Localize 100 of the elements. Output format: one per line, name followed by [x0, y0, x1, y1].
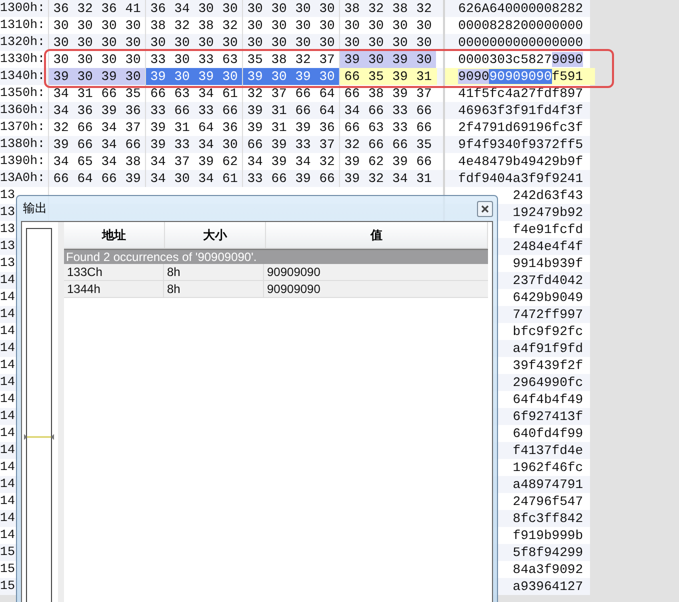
hex-byte[interactable]: 30 — [315, 17, 339, 34]
hex-byte[interactable]: 39 — [267, 136, 291, 153]
column-header[interactable]: 地址 — [64, 222, 165, 248]
hex-byte[interactable]: 62 — [218, 153, 242, 170]
hex-byte[interactable]: 39 — [388, 68, 412, 85]
hex-byte[interactable]: 30 — [49, 17, 73, 34]
ascii-text[interactable]: fdf9404a3f9f9241 — [443, 170, 595, 187]
hex-byte[interactable]: 30 — [364, 17, 388, 34]
hex-byte[interactable]: 32 — [218, 17, 242, 34]
ascii-text[interactable]: 192479b92 — [512, 205, 583, 220]
hex-byte[interactable]: 66 — [49, 170, 73, 187]
hex-byte[interactable]: 32 — [49, 119, 73, 136]
hex-byte[interactable]: 65 — [73, 153, 97, 170]
hex-byte[interactable]: 66 — [97, 85, 121, 102]
ascii-text[interactable]: 5f8f94299 — [512, 545, 583, 560]
hex-byte[interactable]: 30 — [315, 68, 339, 85]
hex-byte[interactable]: 32 — [315, 153, 339, 170]
hex-byte[interactable]: 36 — [121, 102, 145, 119]
ascii-text[interactable]: f4e91fcfd — [512, 222, 583, 237]
hex-byte[interactable]: 66 — [388, 136, 412, 153]
hex-byte[interactable]: 33 — [291, 136, 315, 153]
hex-byte[interactable]: 39 — [339, 170, 364, 187]
hex-byte[interactable]: 63 — [364, 119, 388, 136]
hex-byte[interactable]: 32 — [170, 17, 194, 34]
hex-byte[interactable]: 31 — [73, 85, 97, 102]
hex-byte[interactable]: 30 — [73, 34, 97, 51]
hex-byte[interactable]: 66 — [121, 136, 145, 153]
hex-byte[interactable]: 30 — [194, 34, 218, 51]
hex-byte[interactable]: 38 — [388, 0, 412, 17]
hex-byte[interactable]: 39 — [97, 102, 121, 119]
ascii-text[interactable]: a93964127 — [512, 579, 583, 594]
column-header[interactable]: 值 — [266, 222, 488, 248]
hex-byte[interactable]: 39 — [388, 51, 412, 68]
hex-byte[interactable]: 63 — [170, 85, 194, 102]
hex-byte[interactable]: 30 — [315, 0, 339, 17]
ascii-text[interactable]: 6f927413f — [512, 409, 583, 424]
hex-byte[interactable]: 30 — [218, 0, 242, 17]
hex-byte[interactable]: 32 — [291, 51, 315, 68]
hex-byte[interactable]: 66 — [97, 170, 121, 187]
hex-byte[interactable]: 37 — [315, 51, 339, 68]
hex-byte[interactable]: 33 — [388, 102, 412, 119]
hex-byte[interactable]: 39 — [49, 136, 73, 153]
splitter-handle[interactable] — [24, 434, 54, 440]
hex-byte[interactable]: 66 — [412, 153, 436, 170]
hex-byte[interactable]: 34 — [97, 136, 121, 153]
hex-byte[interactable]: 30 — [364, 51, 388, 68]
hex-byte[interactable]: 30 — [412, 17, 436, 34]
hex-byte[interactable]: 39 — [145, 68, 170, 85]
hex-byte[interactable]: 66 — [412, 119, 436, 136]
hex-byte[interactable]: 37 — [412, 85, 436, 102]
ascii-text[interactable]: 6429b9049 — [512, 290, 583, 305]
hex-byte[interactable]: 30 — [242, 34, 267, 51]
ascii-text[interactable]: 46963f3f91fd4f3f — [443, 102, 595, 119]
hex-byte[interactable]: 30 — [121, 17, 145, 34]
hex-byte[interactable]: 34 — [339, 102, 364, 119]
hex-byte[interactable]: 66 — [73, 136, 97, 153]
hex-byte[interactable]: 66 — [339, 68, 364, 85]
hex-byte[interactable]: 38 — [339, 0, 364, 17]
ascii-text[interactable]: 9914b939f — [512, 256, 583, 271]
hex-byte[interactable]: 34 — [194, 170, 218, 187]
hex-byte[interactable]: 34 — [49, 85, 73, 102]
hex-byte[interactable]: 39 — [49, 68, 73, 85]
hex-byte[interactable]: 39 — [97, 68, 121, 85]
ascii-text[interactable]: 64f4b4f49 — [512, 392, 583, 407]
hex-byte[interactable]: 32 — [364, 170, 388, 187]
hex-byte[interactable]: 39 — [339, 51, 364, 68]
hex-byte[interactable]: 33 — [145, 102, 170, 119]
hex-byte[interactable]: 34 — [194, 136, 218, 153]
hex-byte[interactable]: 41 — [121, 0, 145, 17]
hex-byte[interactable]: 66 — [242, 136, 267, 153]
hex-byte[interactable]: 66 — [412, 102, 436, 119]
hex-byte[interactable]: 32 — [73, 0, 97, 17]
hex-byte[interactable]: 66 — [73, 119, 97, 136]
ascii-text[interactable]: 9f4f9340f9372ff5 — [443, 136, 595, 153]
hex-byte[interactable]: 66 — [218, 102, 242, 119]
hex-byte[interactable]: 30 — [291, 34, 315, 51]
ascii-text[interactable]: a4f91f9fd — [512, 341, 583, 356]
hex-byte[interactable]: 30 — [412, 51, 436, 68]
close-button[interactable] — [477, 200, 493, 216]
hex-byte[interactable]: 30 — [388, 34, 412, 51]
hex-byte[interactable]: 66 — [170, 102, 194, 119]
hex-byte[interactable]: 30 — [170, 51, 194, 68]
hex-byte[interactable]: 38 — [121, 153, 145, 170]
hex-byte[interactable]: 30 — [97, 34, 121, 51]
hex-byte[interactable]: 34 — [97, 153, 121, 170]
hex-byte[interactable]: 39 — [194, 153, 218, 170]
hex-byte[interactable]: 39 — [242, 102, 267, 119]
hex-byte[interactable]: 31 — [412, 170, 436, 187]
hex-byte[interactable]: 61 — [218, 85, 242, 102]
hex-byte[interactable]: 39 — [242, 68, 267, 85]
hex-byte[interactable]: 64 — [315, 85, 339, 102]
hex-byte[interactable]: 39 — [145, 136, 170, 153]
hex-byte[interactable]: 30 — [218, 34, 242, 51]
hex-byte[interactable]: 39 — [388, 85, 412, 102]
ascii-text[interactable]: 237fd4042 — [512, 273, 583, 288]
ascii-text[interactable]: 242d63f43 — [512, 188, 583, 203]
hex-byte[interactable]: 30 — [364, 34, 388, 51]
ascii-text[interactable]: a48974791 — [512, 477, 583, 492]
ascii-text[interactable]: 7472ff997 — [512, 307, 583, 322]
ascii-text[interactable]: 84a3f9092 — [512, 562, 583, 577]
